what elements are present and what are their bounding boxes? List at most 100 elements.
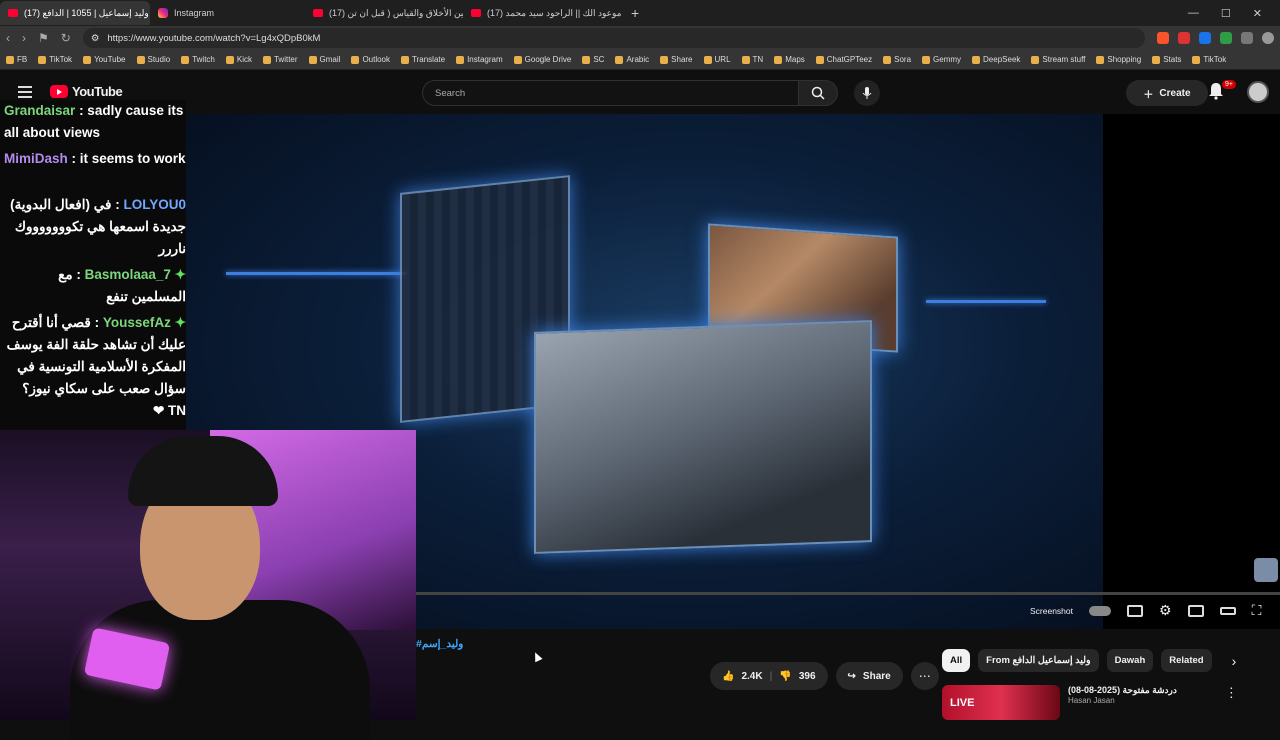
bookmark-icon[interactable]: ⚑	[38, 31, 49, 45]
bookmark-item[interactable]: Stream stuff	[1031, 55, 1085, 64]
bookmark-label: Kick	[236, 55, 252, 64]
bookmark-item[interactable]: TikTok	[38, 55, 72, 64]
url-text: https://www.youtube.com/watch?v=Lg4xQDpB…	[107, 32, 321, 44]
bookmark-item[interactable]: Sora	[883, 55, 911, 64]
youtube-favicon-icon	[471, 9, 481, 17]
progress-bar[interactable]	[416, 592, 1280, 595]
plus-icon: ＋	[1143, 89, 1154, 101]
bookmark-item[interactable]: FB	[6, 55, 27, 64]
captions-icon[interactable]	[1127, 604, 1143, 617]
tab-label: (17) موعود الك || الراحود سيد محمد	[487, 7, 621, 18]
screenshot-button[interactable]: Screenshot	[1030, 606, 1073, 616]
bookmark-item[interactable]: Instagram	[456, 55, 503, 64]
search-icon	[811, 86, 825, 100]
fullscreen-icon[interactable]: ⛶	[1252, 602, 1262, 619]
bookmark-item[interactable]: Stats	[1152, 55, 1181, 64]
like-count[interactable]: 2.4K	[741, 671, 762, 682]
menu-icon[interactable]	[18, 86, 32, 98]
bookmark-label: FB	[17, 55, 28, 64]
bookmark-item[interactable]: Outlook	[351, 55, 390, 64]
chat-text: : it seems to work	[71, 151, 186, 166]
bookmark-item[interactable]: YouTube	[83, 55, 126, 64]
dislike-icon[interactable]: 👎	[779, 671, 791, 682]
reload-icon[interactable]: ↻	[61, 31, 71, 45]
tab-video-3[interactable]: (17) موعود الك || الراحود سيد محمد	[463, 1, 621, 25]
bookmark-icon	[815, 55, 824, 64]
new-tab-button[interactable]: +	[621, 5, 649, 21]
bookmark-item[interactable]: Translate	[401, 55, 445, 64]
channel-avatar-thumb[interactable]	[1254, 558, 1278, 582]
bookmark-icon	[660, 55, 669, 64]
account-avatar[interactable]	[1247, 81, 1269, 103]
stream-chat-overlay: Grandaisar : sadly cause its all about v…	[0, 100, 186, 430]
toggle-icon[interactable]	[1089, 605, 1111, 616]
url-field[interactable]: ⚙ https://www.youtube.com/watch?v=Lg4xQD…	[82, 28, 1145, 48]
miniplayer-icon[interactable]	[1187, 604, 1204, 617]
back-icon[interactable]: ‹	[6, 31, 10, 45]
share-button[interactable]: ↪ Share	[835, 662, 903, 690]
recommended-thumbnail[interactable]: LIVE	[942, 685, 1060, 720]
search-input[interactable]: Search	[422, 80, 799, 106]
recommended-title[interactable]: دردشة مفتوحة (2025-08-08)	[1068, 685, 1177, 696]
recommended-video[interactable]: LIVE دردشة مفتوحة (2025-08-08) Hasan Jas…	[942, 685, 1238, 720]
bookmark-item[interactable]: SC	[582, 55, 604, 64]
instagram-favicon-icon	[158, 8, 168, 18]
tab-active[interactable]: (17) وليد إسماعيل | 1055 | الدافع ✕	[0, 1, 150, 25]
bookmark-item[interactable]: Maps	[774, 55, 805, 64]
chevron-right-icon[interactable]: ›	[1232, 653, 1237, 669]
video-hashtag[interactable]: #وليد_إسم	[416, 638, 463, 650]
create-button[interactable]: ＋ Create	[1126, 80, 1208, 106]
bookmark-item[interactable]: URL	[703, 55, 731, 64]
chat-message: Grandaisar : sadly cause its all about v…	[4, 100, 186, 144]
bookmark-item[interactable]: Arabic	[615, 55, 649, 64]
site-info-icon[interactable]: ⚙	[91, 33, 100, 44]
brave-shield-icon[interactable]	[1157, 32, 1169, 44]
voice-search-button[interactable]	[854, 80, 880, 106]
extension-icon[interactable]	[1220, 32, 1232, 44]
bookmark-item[interactable]: Twitter	[262, 55, 298, 64]
bookmark-item[interactable]: Share	[660, 55, 693, 64]
bookmark-item[interactable]: TN	[741, 55, 763, 64]
extensions-puzzle-icon[interactable]	[1241, 32, 1253, 44]
bookmark-item[interactable]: TikTok	[1192, 55, 1226, 64]
maximize-icon[interactable]: ☐	[1221, 7, 1231, 20]
youtube-logo[interactable]: YouTube	[50, 84, 123, 99]
chip-dawah[interactable]: Dawah	[1106, 649, 1154, 672]
search-button[interactable]	[798, 80, 838, 106]
forward-icon[interactable]: ›	[22, 31, 26, 45]
like-icon[interactable]: 👍	[722, 671, 734, 682]
bookmark-item[interactable]: Twitch	[181, 55, 215, 64]
profile-icon[interactable]	[1262, 32, 1274, 44]
bookmark-item[interactable]: Gmail	[308, 55, 340, 64]
bookmark-item[interactable]: Shopping	[1096, 55, 1141, 64]
chip-related[interactable]: Related	[1161, 649, 1212, 672]
bookmark-icon	[456, 55, 465, 64]
microphone-icon	[862, 87, 872, 99]
minimize-icon[interactable]: —	[1188, 7, 1199, 20]
more-vertical-icon[interactable]: ⋮	[1225, 685, 1238, 701]
theater-mode-icon[interactable]	[1219, 606, 1236, 615]
bookmark-item[interactable]: Google Drive	[513, 55, 571, 64]
bookmark-label: DeepSeek	[983, 55, 1021, 64]
tab-instagram[interactable]: Instagram	[150, 1, 305, 25]
chat-message: LOLYOU0 : في (افعال البدوية) جديدة اسمعه…	[4, 194, 186, 260]
youtube-play-icon	[50, 85, 68, 98]
dislike-count[interactable]: 396	[799, 671, 816, 682]
chat-text: : قصي أنا أقترح عليك أن تشاهد حلقة الفة …	[6, 315, 186, 418]
bookmark-item[interactable]: DeepSeek	[972, 55, 1020, 64]
bookmark-item[interactable]: ChatGPTeez	[815, 55, 872, 64]
verified-icon: ✦	[174, 267, 186, 282]
more-actions-button[interactable]: ⋯	[910, 662, 939, 690]
bookmark-item[interactable]: Gemmy	[922, 55, 961, 64]
brave-rewards-icon[interactable]	[1178, 32, 1190, 44]
bookmark-item[interactable]: Kick	[225, 55, 252, 64]
tab-video-2[interactable]: (17) الله بين الأخلاق والقياس ( قبل ان ت…	[305, 1, 463, 25]
bookmark-item[interactable]: Studio	[136, 55, 170, 64]
chip-from-channel[interactable]: From وليد إسماعيل الدافع	[978, 649, 1099, 672]
extension-icon[interactable]	[1199, 32, 1211, 44]
close-window-icon[interactable]: ✕	[1253, 7, 1262, 20]
settings-icon[interactable]: ⚙	[1159, 602, 1172, 619]
chip-all[interactable]: All	[942, 649, 971, 672]
bookmark-icon	[615, 55, 624, 64]
bookmark-icon	[6, 55, 14, 64]
